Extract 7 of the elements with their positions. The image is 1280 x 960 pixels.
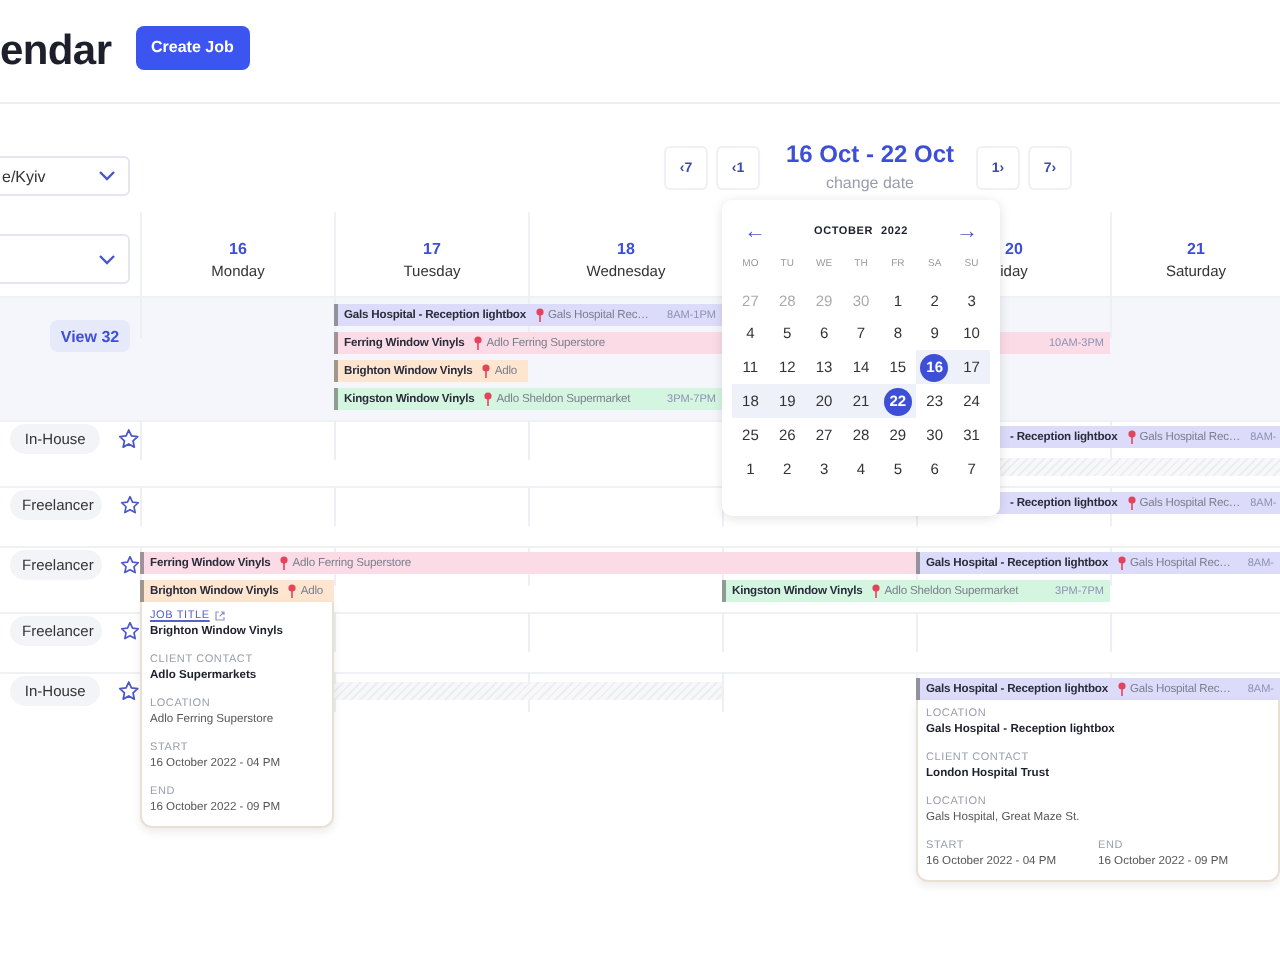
page-title: endar <box>0 27 112 75</box>
day-date: 21 <box>1187 240 1205 258</box>
day-date: 20 <box>1005 240 1023 258</box>
date-range: 16 Oct - 22 Oct <box>785 140 955 168</box>
day-date: 16 <box>229 240 247 258</box>
day-date: 18 <box>617 240 635 258</box>
day-date: 17 <box>423 240 441 258</box>
